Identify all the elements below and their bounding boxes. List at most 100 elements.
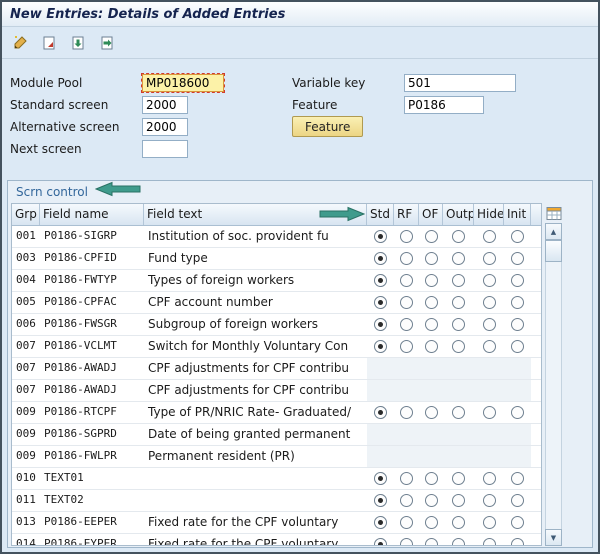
radio-hide[interactable]: [483, 538, 496, 546]
radio-outp[interactable]: [452, 472, 465, 485]
radio-rf[interactable]: [400, 274, 413, 287]
radio-init[interactable]: [511, 274, 524, 287]
table-row[interactable]: 009P0186-SGPRDDate of being granted perm…: [12, 424, 541, 446]
radio-hide[interactable]: [483, 494, 496, 507]
column-header-of[interactable]: OF: [419, 204, 443, 225]
radio-of[interactable]: [425, 494, 438, 507]
radio-rf[interactable]: [400, 516, 413, 529]
table-row[interactable]: 006P0186-FWSGRSubgroup of foreign worker…: [12, 314, 541, 336]
feature-field[interactable]: [404, 96, 484, 114]
radio-init[interactable]: [511, 516, 524, 529]
radio-init[interactable]: [511, 472, 524, 485]
radio-outp[interactable]: [452, 494, 465, 507]
radio-init[interactable]: [511, 406, 524, 419]
radio-std[interactable]: [374, 494, 387, 507]
radio-rf[interactable]: [400, 472, 413, 485]
column-header-std[interactable]: Std: [367, 204, 394, 225]
table-row[interactable]: 011TEXT02: [12, 490, 541, 512]
scroll-up-button[interactable]: ▲: [545, 223, 562, 240]
export-entry-icon[interactable]: [96, 32, 118, 54]
radio-init[interactable]: [511, 494, 524, 507]
table-row[interactable]: 005P0186-CPFACCPF account number: [12, 292, 541, 314]
table-row[interactable]: 004P0186-FWTYPTypes of foreign workers: [12, 270, 541, 292]
radio-init[interactable]: [511, 230, 524, 243]
radio-of[interactable]: [425, 516, 438, 529]
next-screen-field[interactable]: [142, 140, 188, 158]
feature-button[interactable]: Feature: [292, 116, 363, 137]
table-row[interactable]: 009P0186-RTCPFType of PR/NRIC Rate- Grad…: [12, 402, 541, 424]
radio-std[interactable]: [374, 340, 387, 353]
radio-std[interactable]: [374, 472, 387, 485]
radio-outp[interactable]: [452, 340, 465, 353]
radio-rf[interactable]: [400, 230, 413, 243]
radio-hide[interactable]: [483, 296, 496, 309]
radio-outp[interactable]: [452, 274, 465, 287]
radio-rf[interactable]: [400, 538, 413, 546]
column-header-grp[interactable]: Grp: [12, 204, 40, 225]
radio-std[interactable]: [374, 406, 387, 419]
radio-of[interactable]: [425, 318, 438, 331]
column-header-rf[interactable]: RF: [394, 204, 419, 225]
radio-outp[interactable]: [452, 406, 465, 419]
radio-init[interactable]: [511, 538, 524, 546]
radio-std[interactable]: [374, 274, 387, 287]
radio-init[interactable]: [511, 340, 524, 353]
radio-hide[interactable]: [483, 516, 496, 529]
radio-of[interactable]: [425, 340, 438, 353]
radio-hide[interactable]: [483, 472, 496, 485]
table-row[interactable]: 014P0186-EYPERFixed rate for the CPF vol…: [12, 534, 541, 546]
import-entry-icon[interactable]: [67, 32, 89, 54]
radio-of[interactable]: [425, 472, 438, 485]
radio-rf[interactable]: [400, 406, 413, 419]
radio-outp[interactable]: [452, 252, 465, 265]
radio-hide[interactable]: [483, 230, 496, 243]
table-row[interactable]: 009P0186-FWLPRPermanent resident (PR): [12, 446, 541, 468]
radio-init[interactable]: [511, 252, 524, 265]
radio-rf[interactable]: [400, 252, 413, 265]
radio-of[interactable]: [425, 252, 438, 265]
radio-of[interactable]: [425, 274, 438, 287]
scroll-thumb[interactable]: [545, 240, 562, 262]
radio-of[interactable]: [425, 406, 438, 419]
radio-hide[interactable]: [483, 274, 496, 287]
radio-hide[interactable]: [483, 318, 496, 331]
alternative-screen-field[interactable]: [142, 118, 188, 136]
radio-std[interactable]: [374, 516, 387, 529]
module-pool-field[interactable]: [142, 74, 224, 92]
radio-std[interactable]: [374, 296, 387, 309]
radio-init[interactable]: [511, 318, 524, 331]
scroll-down-button[interactable]: ▼: [545, 529, 562, 546]
scroll-track[interactable]: [545, 262, 562, 529]
radio-outp[interactable]: [452, 296, 465, 309]
table-row[interactable]: 013P0186-EEPERFixed rate for the CPF vol…: [12, 512, 541, 534]
table-row[interactable]: 007P0186-VCLMTSwitch for Monthly Volunta…: [12, 336, 541, 358]
table-row[interactable]: 010TEXT01: [12, 468, 541, 490]
radio-of[interactable]: [425, 538, 438, 546]
table-row[interactable]: 007P0186-AWADJCPF adjustments for CPF co…: [12, 358, 541, 380]
radio-outp[interactable]: [452, 318, 465, 331]
table-row[interactable]: 003P0186-CPFIDFund type: [12, 248, 541, 270]
column-header-field-text[interactable]: Field text: [144, 204, 367, 225]
column-header-outp[interactable]: Outp: [443, 204, 474, 225]
column-header-hide[interactable]: Hide: [474, 204, 504, 225]
copy-entry-icon[interactable]: [38, 32, 60, 54]
radio-of[interactable]: [425, 230, 438, 243]
radio-hide[interactable]: [483, 252, 496, 265]
table-row[interactable]: 001P0186-SIGRPInstitution of soc. provid…: [12, 226, 541, 248]
radio-outp[interactable]: [452, 230, 465, 243]
radio-outp[interactable]: [452, 538, 465, 546]
radio-of[interactable]: [425, 296, 438, 309]
radio-rf[interactable]: [400, 318, 413, 331]
radio-init[interactable]: [511, 296, 524, 309]
radio-std[interactable]: [374, 538, 387, 546]
radio-std[interactable]: [374, 252, 387, 265]
column-header-init[interactable]: Init: [504, 204, 531, 225]
radio-outp[interactable]: [452, 516, 465, 529]
radio-std[interactable]: [374, 230, 387, 243]
radio-rf[interactable]: [400, 494, 413, 507]
radio-hide[interactable]: [483, 406, 496, 419]
radio-hide[interactable]: [483, 340, 496, 353]
variable-key-field[interactable]: [404, 74, 516, 92]
radio-rf[interactable]: [400, 296, 413, 309]
column-header-field-name[interactable]: Field name: [40, 204, 144, 225]
